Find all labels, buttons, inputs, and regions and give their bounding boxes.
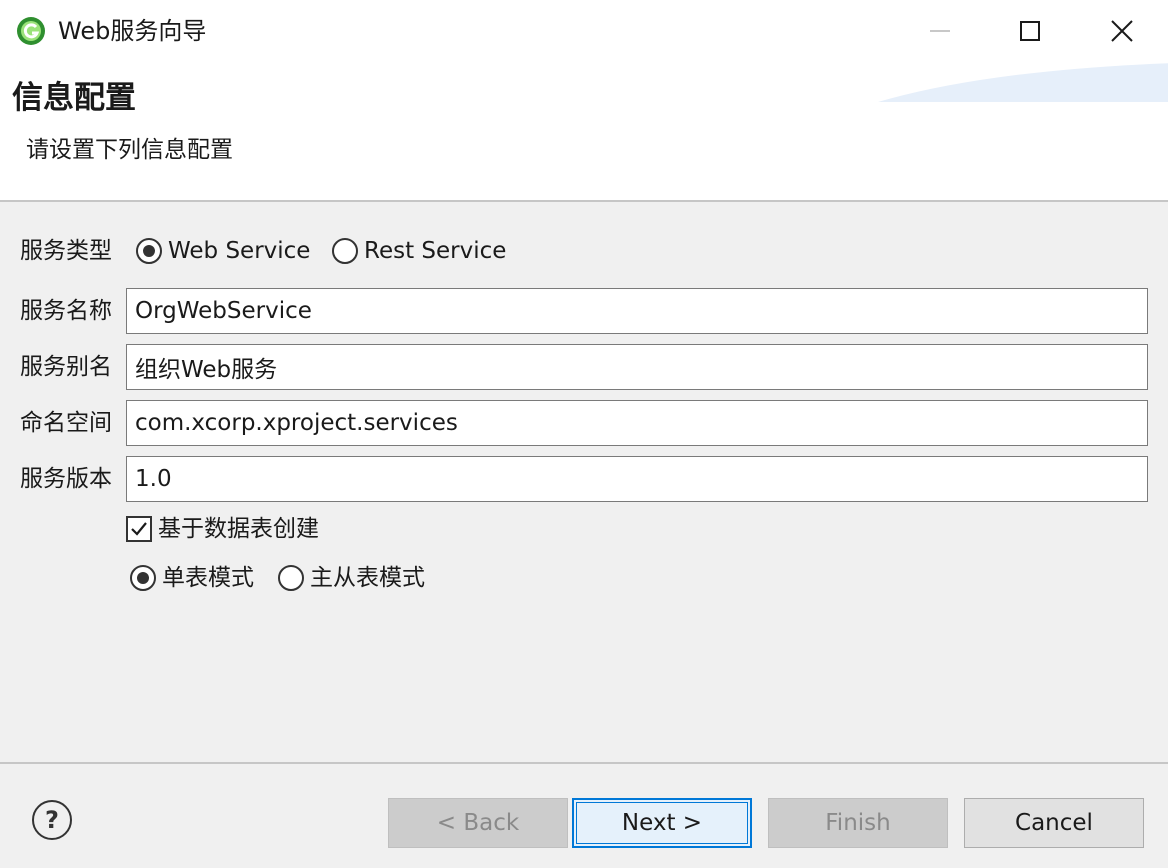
cancel-button[interactable]: Cancel <box>964 798 1144 848</box>
create-from-table-label[interactable]: 基于数据表创建 <box>158 513 319 545</box>
back-button[interactable]: < Back <box>388 798 568 848</box>
minimize-icon <box>930 30 950 32</box>
wizard-header: 信息配置 请设置下列信息配置 <box>0 62 1168 200</box>
window-title: Web服务向导 <box>58 17 207 45</box>
page-description: 请设置下列信息配置 <box>26 137 233 163</box>
title-bar[interactable]: Web服务向导 <box>0 0 1168 62</box>
service-name-input[interactable] <box>126 288 1148 334</box>
page-title: 信息配置 <box>12 80 136 116</box>
service-version-label: 服务版本 <box>20 466 112 492</box>
radio-web-service-label[interactable]: Web Service <box>168 235 310 267</box>
radio-master-detail-mode-label[interactable]: 主从表模式 <box>310 562 425 594</box>
service-alias-label: 服务别名 <box>20 354 112 380</box>
app-logo-icon <box>17 17 45 45</box>
service-version-input[interactable] <box>126 456 1148 502</box>
close-icon <box>1111 20 1133 42</box>
radio-single-table-mode-label[interactable]: 单表模式 <box>162 562 254 594</box>
minimize-button[interactable] <box>894 0 986 62</box>
radio-master-detail-mode[interactable] <box>278 565 304 591</box>
radio-rest-service-label[interactable]: Rest Service <box>364 235 506 267</box>
service-type-label: 服务类型 <box>20 238 112 264</box>
header-divider <box>0 200 1168 202</box>
close-button[interactable] <box>1076 0 1168 62</box>
radio-rest-service[interactable] <box>332 238 358 264</box>
radio-single-table-mode[interactable] <box>130 565 156 591</box>
create-from-table-checkbox[interactable] <box>126 516 152 542</box>
maximize-icon <box>1020 21 1040 41</box>
header-decoration <box>878 63 1168 102</box>
namespace-input[interactable] <box>126 400 1148 446</box>
help-button[interactable]: ? <box>32 800 72 840</box>
namespace-label: 命名空间 <box>20 410 112 436</box>
finish-button[interactable]: Finish <box>768 798 948 848</box>
next-button[interactable]: Next > <box>572 798 752 848</box>
service-name-label: 服务名称 <box>20 298 112 324</box>
radio-web-service[interactable] <box>136 238 162 264</box>
service-alias-input[interactable] <box>126 344 1148 390</box>
maximize-button[interactable] <box>984 0 1076 62</box>
checkmark-icon <box>131 522 147 536</box>
footer-divider <box>0 762 1168 764</box>
help-icon: ? <box>45 806 59 834</box>
